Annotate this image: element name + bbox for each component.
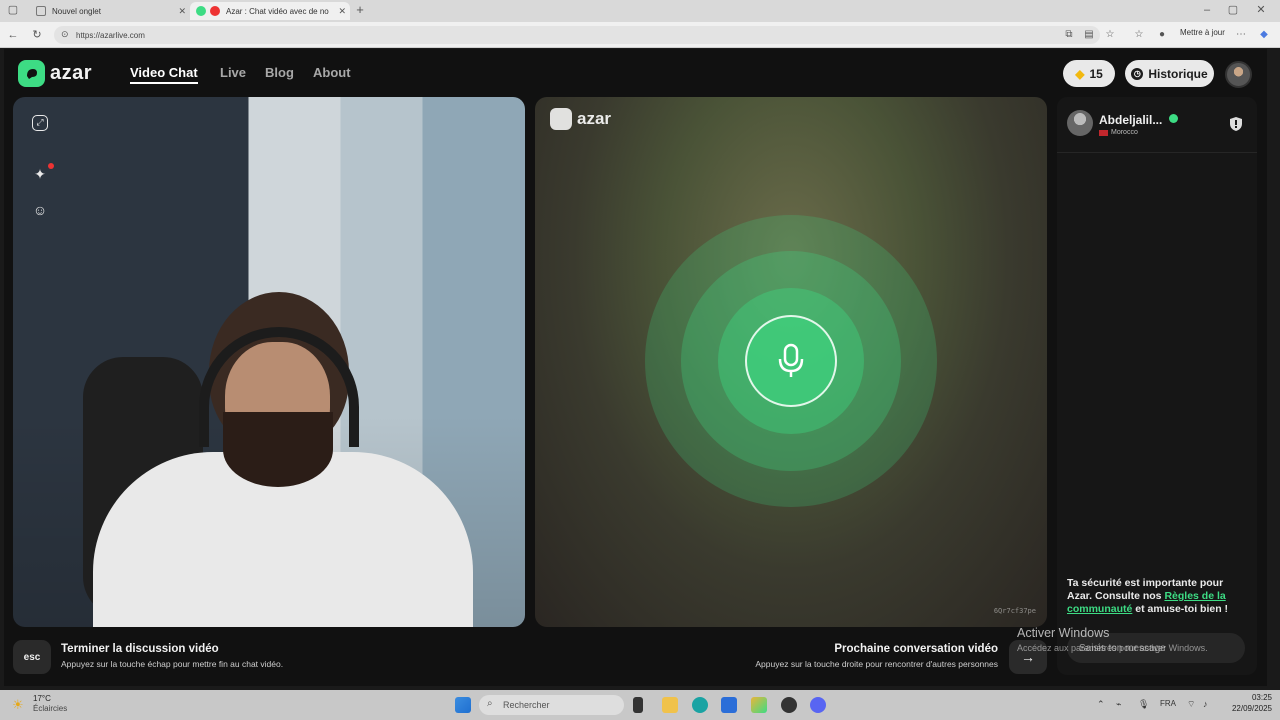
remote-azar-watermark: azar (550, 108, 611, 130)
face-filter-icon[interactable]: ☺ (29, 199, 51, 221)
weather-description: Éclaircies (33, 704, 68, 713)
weather-temperature: 17°C (33, 694, 51, 703)
azar-logo-icon (550, 108, 572, 130)
end-chat-hint: Appuyez sur la touche échap pour mettre … (61, 659, 284, 669)
chat-panel: Abdeljalil... Morocco Ta sécurité est im… (1057, 97, 1257, 675)
azar-favicon-icon (196, 6, 206, 16)
taskbar-search[interactable]: ⌕ Rechercher (479, 695, 624, 715)
chat-header: Abdeljalil... Morocco (1057, 97, 1257, 153)
end-chat-title: Terminer la discussion vidéo (61, 643, 219, 655)
nav-video-chat[interactable]: Video Chat (130, 65, 198, 84)
windows-taskbar: ☀ 17°C Éclaircies ⌕ Rechercher ⌃ ⌁ 🎙 FRA… (0, 690, 1280, 720)
site-info-icon[interactable]: ⊙ (61, 29, 69, 40)
gems-count: 15 (1089, 66, 1103, 81)
azar-logo[interactable]: azar (18, 60, 92, 87)
network-icon[interactable]: ⌁ (1116, 699, 1121, 710)
report-shield-icon[interactable] (1229, 116, 1243, 132)
start-windows-icon[interactable] (455, 697, 471, 713)
remote-logo-text: azar (577, 109, 612, 128)
tab-label: Azar : Chat vidéo avec de no (226, 6, 329, 16)
more-menu-icon[interactable]: ⋯ (1234, 28, 1248, 42)
store-icon[interactable] (721, 697, 737, 713)
close-tab-icon[interactable]: ✕ (338, 6, 346, 17)
weather-icon[interactable]: ☀ (12, 697, 28, 713)
new-tab-plus-icon[interactable]: + (353, 3, 367, 17)
windows-activation-title: Activer Windows (1017, 626, 1110, 640)
screen-share-icon[interactable]: ⧉ (1062, 28, 1076, 42)
clock-date[interactable]: 22/09/2025 (1222, 704, 1272, 713)
edge-icon[interactable] (692, 697, 708, 713)
partner-country-label: Morocco (1111, 129, 1138, 136)
next-chat-title: Prochaine conversation vidéo (834, 643, 998, 655)
reader-icon[interactable]: ▤ (1082, 28, 1096, 42)
browser-tab-bar: ▢ Nouvel onglet ✕ Azar : Chat vidéo avec… (0, 0, 1280, 22)
new-tab-icon (36, 6, 46, 16)
session-code: 6Qr7cf37pe (993, 607, 1036, 615)
file-explorer-icon[interactable] (633, 697, 643, 713)
safety-text-2: et amuse-toi bien ! (1132, 603, 1229, 615)
microphone-button[interactable] (745, 315, 837, 407)
favorites-icon[interactable]: ☆ (1132, 28, 1146, 42)
address-bar: ← ↻ ⊙ https://azarlive.com ⧉ ▤ ☆ ☆ ● Met… (0, 22, 1280, 48)
history-label: Historique (1148, 66, 1208, 81)
maximize-icon[interactable]: ▢ (1226, 3, 1240, 17)
gems-button[interactable]: ◆ 15 (1063, 60, 1115, 87)
nav-about[interactable]: About (313, 65, 351, 80)
back-icon[interactable]: ← (6, 28, 20, 42)
morocco-flag-icon (1099, 129, 1108, 136)
tab-label: Nouvel onglet (52, 6, 101, 16)
safety-notice: Ta sécurité est importante pour Azar. Co… (1067, 577, 1249, 616)
next-chat-hint: Appuyez sur la touche droite pour rencon… (755, 659, 998, 669)
favorite-star-icon[interactable]: ☆ (1103, 28, 1117, 42)
profile-icon[interactable]: ● (1155, 28, 1169, 42)
close-tab-icon[interactable]: ✕ (178, 6, 186, 17)
copilot-icon[interactable]: ◆ (1257, 28, 1271, 42)
logo-text: azar (50, 62, 93, 84)
end-chat-button[interactable]: esc (13, 640, 51, 674)
tray-chevron-icon[interactable]: ⌃ (1097, 699, 1105, 710)
nav-live[interactable]: Live (220, 65, 246, 80)
history-button[interactable]: ◷ Historique (1125, 60, 1214, 87)
effects-notification-dot (48, 163, 54, 169)
input-language[interactable]: FRA (1160, 699, 1176, 708)
discord-icon[interactable] (810, 697, 826, 713)
partner-name[interactable]: Abdeljalil... (1099, 113, 1162, 127)
azar-logo-icon (18, 60, 45, 87)
user-avatar[interactable] (1225, 61, 1252, 88)
person-beard (223, 412, 333, 487)
url-text: https://azarlive.com (76, 30, 145, 40)
folder-icon[interactable] (662, 697, 678, 713)
tab-azar[interactable]: Azar : Chat vidéo avec de no ✕ (190, 2, 350, 20)
windows-activation-hint: Accédez aux paramètres pour activer Wind… (1017, 643, 1208, 653)
azar-app: azar Video Chat Live Blog About ◆ 15 ◷ H… (4, 49, 1267, 686)
tab-actions-icon[interactable]: ▢ (6, 3, 20, 17)
nav-blog[interactable]: Blog (265, 65, 294, 80)
gem-icon: ◆ (1075, 66, 1085, 81)
wifi-icon[interactable]: ⌔ (1187, 699, 1195, 710)
edge-active-icon[interactable] (751, 697, 767, 713)
clock-icon: ◷ (1131, 67, 1144, 80)
expand-video-icon[interactable]: ⤢ (32, 115, 48, 131)
verified-badge-icon (1169, 114, 1178, 123)
remote-video-feed: azar 6Qr7cf37pe (535, 97, 1047, 627)
url-field[interactable]: ⊙ https://azarlive.com (54, 26, 1100, 44)
minimize-icon[interactable]: – (1200, 3, 1214, 17)
recording-icon (210, 6, 220, 16)
mic-tray-icon[interactable]: 🎙 (1138, 699, 1149, 710)
microphone-icon (778, 343, 804, 377)
window-close-icon[interactable]: ✕ (1254, 3, 1268, 17)
search-icon: ⌕ (487, 698, 493, 709)
refresh-icon[interactable]: ↻ (30, 28, 44, 42)
obs-icon[interactable] (781, 697, 797, 713)
self-video-feed: ⤢ ✦ ☺ (13, 97, 525, 627)
partner-country: Morocco (1099, 129, 1138, 136)
clock-time[interactable]: 03:25 (1236, 693, 1272, 702)
taskbar-search-placeholder: Rechercher (503, 700, 550, 710)
volume-icon[interactable]: ♪ (1203, 699, 1208, 709)
tab-new-tab[interactable]: Nouvel onglet ✕ (30, 2, 190, 20)
partner-avatar[interactable] (1067, 110, 1093, 136)
update-button[interactable]: Mettre à jour (1180, 28, 1225, 37)
